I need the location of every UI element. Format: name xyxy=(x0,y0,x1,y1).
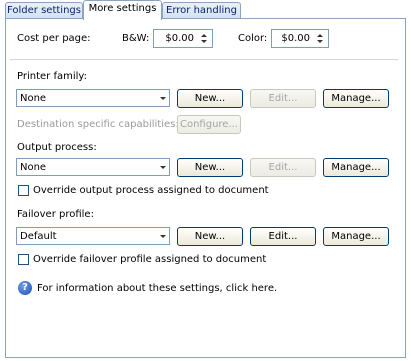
color-cost-spinner[interactable]: $0.00 xyxy=(271,29,329,48)
printer-family-value: None xyxy=(20,93,47,104)
cost-per-page-label: Cost per page: xyxy=(17,33,91,44)
destination-capabilities-label: Destination specific capabilities: xyxy=(17,119,179,130)
spin-up-icon[interactable] xyxy=(201,34,207,37)
override-failover-label: Override failover profile assigned to do… xyxy=(33,254,267,265)
color-cost-value: $0.00 xyxy=(281,33,310,44)
output-process-new-button[interactable]: New... xyxy=(177,158,243,177)
tab-folder-settings[interactable]: Folder settings xyxy=(5,2,83,19)
tab-more-settings[interactable]: More settings xyxy=(83,0,162,20)
chevron-down-icon xyxy=(160,166,166,169)
output-process-label: Output process: xyxy=(17,142,97,153)
override-failover-checkbox[interactable] xyxy=(18,254,29,265)
tab-error-handling[interactable]: Error handling xyxy=(162,2,241,19)
spin-down-icon[interactable] xyxy=(201,40,207,43)
failover-edit-button[interactable]: Edit... xyxy=(250,227,316,246)
output-process-manage-button[interactable]: Manage... xyxy=(323,158,389,177)
failover-profile-label: Failover profile: xyxy=(17,209,94,220)
chevron-down-icon xyxy=(160,235,166,238)
help-icon[interactable]: ? xyxy=(18,281,32,295)
output-process-edit-button[interactable]: Edit... xyxy=(250,158,316,177)
printer-family-select[interactable]: None xyxy=(16,89,170,107)
failover-new-button[interactable]: New... xyxy=(177,227,243,246)
output-process-value: None xyxy=(20,162,47,173)
bw-cost-value: $0.00 xyxy=(165,33,194,44)
color-label: Color: xyxy=(238,33,268,44)
bw-label: B&W: xyxy=(122,33,150,44)
failover-profile-value: Default xyxy=(20,231,57,242)
bw-cost-spinner[interactable]: $0.00 xyxy=(153,29,213,48)
spin-down-icon[interactable] xyxy=(317,40,323,43)
override-output-process-checkbox[interactable] xyxy=(18,185,29,196)
spin-up-icon[interactable] xyxy=(317,34,323,37)
configure-button[interactable]: Configure... xyxy=(177,115,241,134)
info-link[interactable]: For information about these settings, cl… xyxy=(37,283,277,295)
chevron-down-icon xyxy=(160,97,166,100)
failover-profile-select[interactable]: Default xyxy=(16,227,170,245)
separator xyxy=(10,59,398,60)
failover-manage-button[interactable]: Manage... xyxy=(323,227,389,246)
printer-family-label: Printer family: xyxy=(17,71,87,82)
output-process-select[interactable]: None xyxy=(16,158,170,176)
printer-family-new-button[interactable]: New... xyxy=(177,89,243,108)
printer-family-manage-button[interactable]: Manage... xyxy=(323,89,389,108)
override-output-process-label: Override output process assigned to docu… xyxy=(33,185,269,196)
printer-family-edit-button[interactable]: Edit... xyxy=(250,89,316,108)
